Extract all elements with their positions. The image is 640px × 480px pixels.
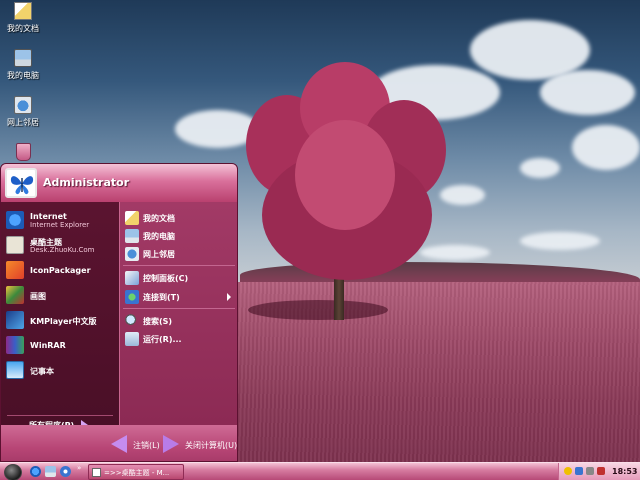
desktop-icon-network-places[interactable]: 网上邻居 — [4, 96, 42, 128]
desktop-icon-my-documents[interactable]: 我的文档 — [4, 2, 42, 34]
zhuoku-icon — [6, 236, 24, 254]
logoff-button[interactable]: 注销(L) — [111, 435, 161, 453]
start-place-label: 运行(R)... — [143, 335, 182, 344]
cloud — [520, 232, 600, 250]
start-item-notepad[interactable]: 记事本 — [6, 359, 116, 381]
my-documents-icon — [125, 211, 139, 225]
system-tray: 18:53 — [558, 463, 640, 480]
start-place-label: 控制面板(C) — [143, 274, 189, 283]
my-documents-icon — [14, 2, 32, 20]
start-item-winrar[interactable]: WinRAR — [6, 334, 116, 356]
desktop-icon-my-computer[interactable]: 我的电脑 — [4, 49, 42, 81]
start-item-iconpackager[interactable]: IconPackager — [6, 259, 116, 281]
shutdown-button[interactable]: 关闭计算机(U) — [163, 435, 237, 453]
start-item-internet[interactable]: Internet Internet Explorer — [6, 209, 116, 231]
start-menu-header: Administrator — [1, 164, 237, 202]
antivirus-icon[interactable] — [597, 467, 605, 475]
logoff-icon — [111, 435, 127, 453]
shutdown-icon — [163, 435, 179, 453]
notepad-icon — [6, 361, 24, 379]
paint-icon — [6, 286, 24, 304]
start-item-zhuoku[interactable]: 桌酷主题 Desk.ZhuoKu.Com — [6, 234, 116, 256]
tree-shadow — [248, 300, 388, 320]
start-menu-footer: 注销(L) 关闭计算机(U) — [1, 425, 237, 461]
start-place-my-computer[interactable]: 我的电脑 — [123, 227, 235, 245]
search-icon — [125, 314, 139, 328]
cloud — [572, 125, 640, 170]
start-button[interactable] — [4, 464, 22, 480]
quick-launch-show-desktop-icon[interactable] — [45, 466, 56, 477]
butterfly-icon — [10, 176, 34, 195]
start-item-title: KMPlayer中文版 — [30, 317, 97, 326]
network-icon[interactable] — [575, 467, 583, 475]
start-item-subtitle: Desk.ZhuoKu.Com — [30, 246, 95, 254]
start-place-connect-to[interactable]: 连接到(T) — [123, 288, 235, 306]
logoff-label: 注销(L) — [133, 441, 160, 450]
qq-icon[interactable] — [564, 467, 572, 475]
submenu-arrow-icon — [227, 293, 231, 301]
separator — [123, 308, 235, 309]
start-place-label: 网上邻居 — [143, 250, 175, 259]
start-item-title: IconPackager — [30, 266, 91, 275]
quick-launch-ie-icon[interactable] — [30, 466, 41, 477]
quick-launch-more-button[interactable]: » — [77, 464, 81, 472]
taskbar-window-title: =>>桌酷主题 - M... — [104, 469, 170, 477]
network-places-icon — [125, 247, 139, 261]
start-item-kmplayer[interactable]: KMPlayer中文版 — [6, 309, 116, 331]
start-place-network-places[interactable]: 网上邻居 — [123, 245, 235, 263]
cloud — [420, 245, 490, 260]
cloud — [520, 158, 560, 178]
start-place-label: 连接到(T) — [143, 293, 180, 302]
start-place-label: 我的文档 — [143, 214, 175, 223]
taskbar-window-button[interactable]: =>>桌酷主题 - M... — [88, 464, 184, 480]
shutdown-label: 关闭计算机(U) — [185, 441, 238, 450]
start-place-label: 搜索(S) — [143, 317, 173, 326]
control-panel-icon — [125, 271, 139, 285]
separator — [7, 415, 113, 416]
desktop-icon-recycle-bin[interactable] — [4, 143, 42, 164]
run-icon — [125, 332, 139, 346]
network-places-icon — [14, 96, 32, 114]
start-item-title: Internet — [30, 212, 67, 221]
start-place-control-panel[interactable]: 控制面板(C) — [123, 269, 235, 287]
quick-launch-media-icon[interactable] — [60, 466, 71, 477]
winrar-icon — [6, 336, 24, 354]
window-icon — [92, 468, 101, 477]
connect-to-icon — [125, 290, 139, 304]
tree-canopy — [295, 120, 395, 230]
recycle-bin-icon — [15, 143, 31, 161]
clock[interactable]: 18:53 — [612, 467, 637, 476]
desktop-icon-label: 网上邻居 — [7, 118, 39, 127]
volume-icon[interactable] — [586, 467, 594, 475]
taskbar: » =>>桌酷主题 - M... 18:53 — [0, 462, 640, 480]
start-item-title: 画图 — [30, 292, 46, 301]
desktop-icon-label: 我的电脑 — [7, 71, 39, 80]
start-place-run[interactable]: 运行(R)... — [123, 330, 235, 348]
desktop-icon-label: 我的文档 — [7, 24, 39, 33]
start-place-label: 我的电脑 — [143, 232, 175, 241]
separator — [123, 265, 235, 266]
cloud — [540, 70, 635, 115]
user-avatar[interactable] — [5, 168, 37, 198]
start-place-search[interactable]: 搜索(S) — [123, 312, 235, 330]
my-computer-icon — [125, 229, 139, 243]
user-name: Administrator — [43, 176, 130, 189]
iconpackager-icon — [6, 261, 24, 279]
start-place-my-documents[interactable]: 我的文档 — [123, 209, 235, 227]
start-item-paint[interactable]: 画图 — [6, 284, 116, 306]
cloud — [440, 185, 485, 205]
start-item-title: WinRAR — [30, 341, 66, 350]
kmplayer-icon — [6, 311, 24, 329]
my-computer-icon — [14, 49, 32, 67]
start-item-subtitle: Internet Explorer — [30, 221, 90, 229]
start-item-title: 记事本 — [30, 367, 54, 376]
internet-explorer-icon — [6, 211, 24, 229]
start-menu: Administrator Internet Internet Explorer… — [0, 163, 238, 462]
